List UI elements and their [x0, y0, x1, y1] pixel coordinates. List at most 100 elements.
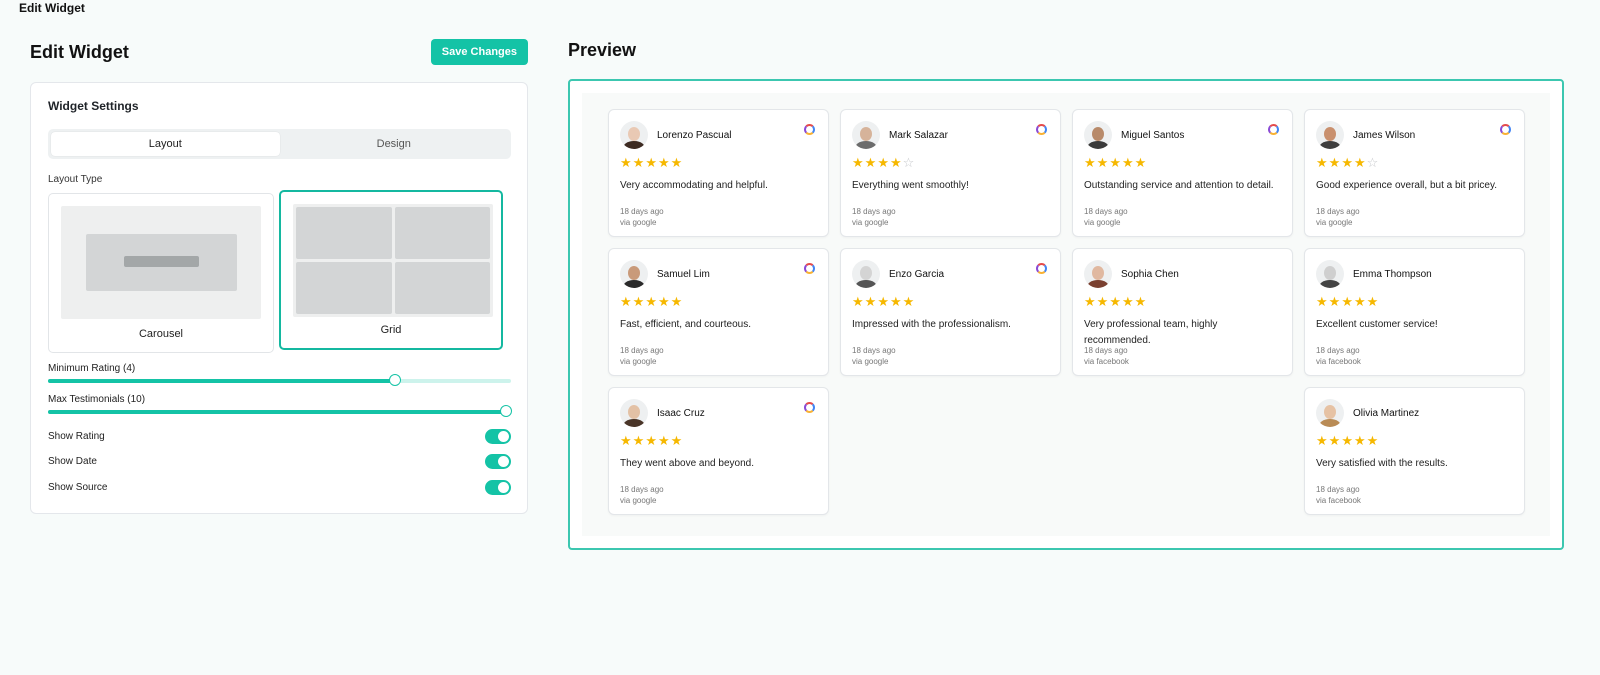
testimonial-card[interactable]: Emma Thompson ★★★★★ Excellent customer ser…	[1304, 248, 1525, 376]
settings-tabs: Layout Design	[48, 129, 511, 159]
review-text: Fast, efficient, and courteous.	[620, 319, 752, 330]
window-title: Edit Widget	[19, 1, 85, 15]
testimonial-card[interactable]: Mark Salazar ★★★★☆ Everything went smoothl…	[840, 109, 1061, 237]
review-source: via google	[620, 496, 657, 505]
review-source: via google	[620, 357, 657, 366]
star-filled-icon: ★	[632, 294, 646, 309]
review-meta: 18 days ago via google	[852, 345, 896, 367]
star-filled-icon: ★	[902, 294, 916, 309]
star-filled-icon: ★	[877, 294, 890, 309]
star-filled-icon: ★	[1353, 433, 1367, 448]
star-filled-icon: ★	[645, 155, 658, 170]
testimonial-card[interactable]: Olivia Martinez ★★★★★ Very satisfied with …	[1304, 387, 1525, 515]
star-filled-icon: ★	[670, 155, 684, 170]
testimonial-card[interactable]: James Wilson ★★★★☆ Good experience overall…	[1304, 109, 1525, 237]
layout-option-grid[interactable]: Grid	[279, 190, 503, 350]
star-rating: ★★★★★	[1316, 295, 1379, 309]
show-rating-toggle[interactable]	[485, 428, 511, 444]
review-date: 18 days ago	[620, 346, 664, 355]
star-rating: ★★★★★	[1084, 295, 1147, 309]
layout-option-carousel[interactable]: Carousel	[48, 193, 274, 353]
star-filled-icon: ★	[670, 294, 684, 309]
testimonial-card[interactable]: Miguel Santos ★★★★★ Outstanding service an…	[1072, 109, 1293, 237]
review-date: 18 days ago	[1316, 485, 1360, 494]
review-source: via google	[852, 357, 889, 366]
star-filled-icon: ★	[1121, 155, 1135, 170]
avatar	[620, 121, 648, 149]
star-filled-icon: ★	[1366, 433, 1380, 448]
google-icon	[804, 402, 815, 413]
google-icon	[804, 263, 815, 274]
star-filled-icon: ★	[1353, 294, 1367, 309]
google-icon	[1036, 263, 1047, 274]
star-filled-icon: ★	[1328, 294, 1342, 309]
reviewer-name: Isaac Cruz	[657, 407, 705, 419]
slider-thumb[interactable]	[389, 374, 402, 386]
review-meta: 18 days ago via google	[620, 484, 664, 506]
review-text: Very accommodating and helpful.	[620, 180, 768, 191]
testimonial-card[interactable]: Enzo Garcia ★★★★★ Impressed with the profe…	[840, 248, 1061, 376]
review-meta: 18 days ago via google	[1084, 206, 1128, 228]
testimonial-card[interactable]: Samuel Lim ★★★★★ Fast, efficient, and cour…	[608, 248, 829, 376]
avatar	[1084, 121, 1112, 149]
star-filled-icon: ★	[1316, 433, 1329, 448]
review-source: via facebook	[1316, 357, 1361, 366]
toggle-label: Show Source	[48, 481, 108, 493]
star-filled-icon: ★	[1366, 294, 1380, 309]
star-filled-icon: ★	[645, 294, 658, 309]
card-header: Isaac Cruz	[620, 399, 705, 427]
star-filled-icon: ★	[1134, 155, 1148, 170]
settings-title: Widget Settings	[48, 99, 139, 113]
show-source-row: Show Source	[48, 479, 511, 495]
review-date: 18 days ago	[620, 485, 664, 494]
google-icon	[1500, 124, 1511, 135]
max-testimonials-slider[interactable]	[48, 405, 513, 417]
min-rating-slider[interactable]	[48, 374, 511, 386]
editor-header: Edit Widget Save Changes	[30, 38, 528, 66]
card-header: James Wilson	[1316, 121, 1415, 149]
avatar	[1316, 260, 1344, 288]
review-source: via google	[1084, 218, 1121, 227]
star-filled-icon: ★	[645, 433, 658, 448]
review-date: 18 days ago	[1316, 207, 1360, 216]
card-header: Mark Salazar	[852, 121, 948, 149]
slider-thumb[interactable]	[500, 405, 513, 417]
testimonial-column: Lorenzo Pascual ★★★★★ Very accommodating a…	[608, 109, 829, 526]
layout-option-label: Grid	[380, 324, 402, 336]
tab-design[interactable]: Design	[280, 132, 509, 156]
review-date: 18 days ago	[852, 207, 896, 216]
widget-settings-card: Widget Settings Layout Design Layout Typ…	[30, 82, 528, 514]
review-date: 18 days ago	[620, 207, 664, 216]
show-source-toggle[interactable]	[485, 479, 511, 495]
review-meta: 18 days ago via facebook	[1316, 484, 1361, 506]
reviewer-name: Emma Thompson	[1353, 268, 1432, 280]
save-changes-button[interactable]: Save Changes	[430, 39, 528, 65]
star-filled-icon: ★	[657, 294, 671, 309]
card-header: Emma Thompson	[1316, 260, 1432, 288]
tab-layout[interactable]: Layout	[51, 132, 280, 156]
star-filled-icon: ★	[1341, 294, 1354, 309]
toggle-label: Show Rating	[48, 430, 105, 442]
star-filled-icon: ★	[1341, 433, 1354, 448]
review-date: 18 days ago	[1084, 346, 1128, 355]
review-meta: 18 days ago via google	[620, 345, 664, 367]
avatar	[1316, 121, 1344, 149]
layout-option-label: Carousel	[138, 328, 184, 340]
star-filled-icon: ★	[1134, 294, 1148, 309]
review-meta: 18 days ago via google	[620, 206, 664, 228]
testimonial-card[interactable]: Lorenzo Pascual ★★★★★ Very accommodating a…	[608, 109, 829, 237]
show-date-toggle[interactable]	[485, 453, 511, 469]
review-date: 18 days ago	[1084, 207, 1128, 216]
reviewer-name: Miguel Santos	[1121, 129, 1185, 141]
star-filled-icon: ★	[620, 433, 633, 448]
review-source: via google	[620, 218, 657, 227]
testimonial-card[interactable]: Isaac Cruz ★★★★★ They went above and beyon…	[608, 387, 829, 515]
carousel-bar-shape	[124, 256, 199, 267]
review-text: They went above and beyond.	[620, 458, 754, 469]
review-text: Impressed with the professionalism.	[852, 319, 1011, 330]
reviewer-name: James Wilson	[1353, 129, 1416, 141]
card-header: Miguel Santos	[1084, 121, 1184, 149]
testimonial-card[interactable]: Sophia Chen ★★★★★ Very professional team, …	[1072, 248, 1293, 376]
star-empty-icon: ☆	[902, 155, 916, 170]
review-text: Very satisfied with the results.	[1316, 458, 1448, 469]
